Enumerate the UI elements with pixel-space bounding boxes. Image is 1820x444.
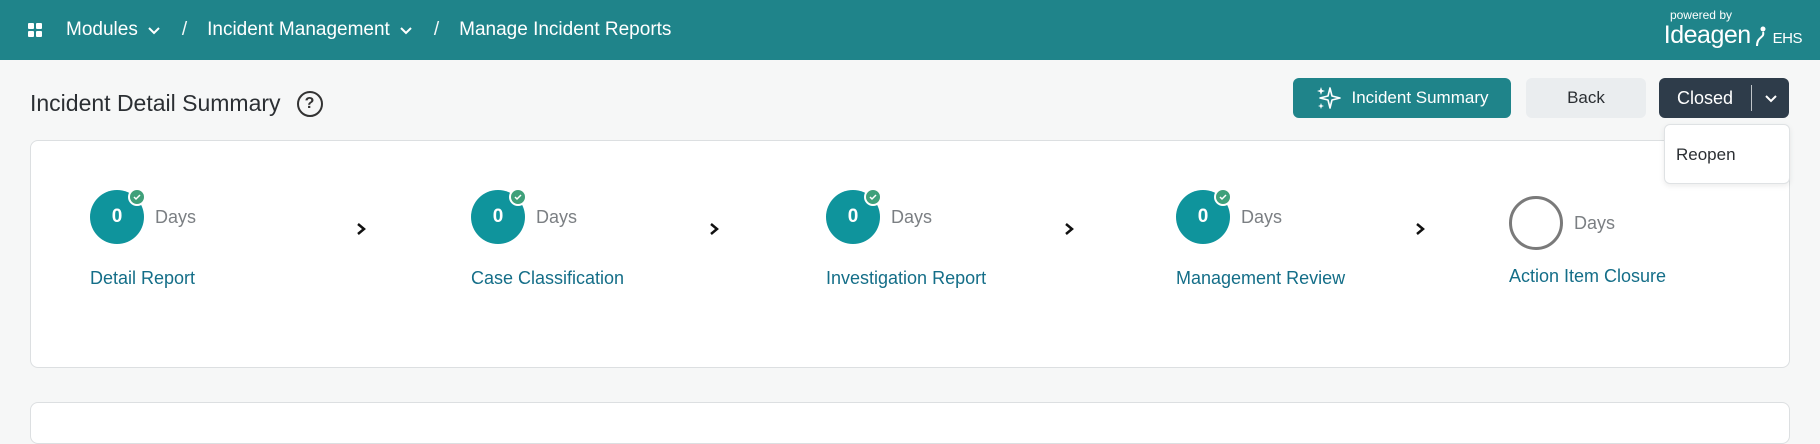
brand-name: Ideagen <box>1663 21 1751 49</box>
incident-summary-button[interactable]: Incident Summary <box>1293 78 1511 118</box>
stage-case-classification: 0 Days Case Classification <box>471 188 624 289</box>
chevron-right-icon <box>1416 223 1425 235</box>
chevron-right-icon <box>357 223 366 235</box>
days-value: 0 <box>111 206 123 227</box>
days-label: Days <box>1241 206 1283 227</box>
stage-action-item-closure: Days Action Item Closure <box>1509 196 1666 287</box>
incident-summary-label: Incident Summary <box>1351 88 1489 107</box>
breadcrumb-separator: / <box>433 19 440 40</box>
brand-suffix: EHS <box>1772 30 1803 47</box>
stage-link-case-classification[interactable]: Case Classification <box>471 268 624 289</box>
stage-days-count: 0 <box>1176 188 1232 244</box>
status-dropdown-menu: Reopen <box>1664 124 1790 184</box>
reopen-menu-item[interactable]: Reopen <box>1665 125 1789 165</box>
chevron-down-icon <box>148 27 160 35</box>
status-dropdown-button[interactable]: Closed <box>1659 78 1789 118</box>
brand-logo: powered by Ideagen EHS <box>1663 8 1803 49</box>
breadcrumb: Modules / Incident Management / Manage I… <box>28 0 671 60</box>
status-dropdown-toggle[interactable] <box>1752 90 1789 106</box>
stage-management-review: 0 Days Management Review <box>1176 188 1345 289</box>
check-icon <box>1214 188 1232 206</box>
days-value: 0 <box>492 206 504 227</box>
breadcrumb-modules[interactable]: Modules <box>28 19 162 41</box>
back-button[interactable]: Back <box>1526 78 1646 118</box>
stage-link-detail-report[interactable]: Detail Report <box>90 268 196 289</box>
days-label: Days <box>891 206 933 227</box>
breadcrumb-incident-management[interactable]: Incident Management <box>207 19 414 41</box>
stage-days-count: 0 <box>471 188 527 244</box>
days-label: Days <box>155 206 197 227</box>
brand-wordmark: Ideagen EHS <box>1663 21 1803 49</box>
breadcrumb-modules-label: Modules <box>66 19 138 40</box>
breadcrumb-separator: / <box>181 19 188 40</box>
status-label: Closed <box>1676 87 1734 108</box>
days-label: Days <box>1574 212 1616 233</box>
chevron-down-icon <box>400 27 412 35</box>
page-title: Incident Detail Summary <box>30 90 281 116</box>
top-bar: Modules / Incident Management / Manage I… <box>0 0 1820 60</box>
button-divider <box>1751 85 1752 111</box>
stage-detail-report: 0 Days Detail Report <box>90 188 197 289</box>
page-title-row: Incident Detail Summary ? <box>30 90 323 117</box>
stage-link-action-item-closure[interactable]: Action Item Closure <box>1509 266 1666 287</box>
days-value: 0 <box>847 206 859 227</box>
check-icon <box>128 188 146 206</box>
days-value: 0 <box>1197 206 1209 227</box>
stage-investigation-report: 0 Days Investigation Report <box>826 188 986 289</box>
check-icon <box>864 188 882 206</box>
powered-by-label: powered by <box>1669 8 1732 22</box>
check-icon <box>509 188 527 206</box>
help-icon[interactable]: ? <box>296 90 323 117</box>
chevron-right-icon <box>710 223 719 235</box>
stage-days-count: 0 <box>90 188 146 244</box>
details-card <box>30 402 1790 444</box>
days-label: Days <box>536 206 578 227</box>
stage-days-count: 0 <box>826 188 882 244</box>
chevron-right-icon <box>1065 223 1074 235</box>
stage-link-investigation-report[interactable]: Investigation Report <box>826 268 986 289</box>
breadcrumb-incident-management-label: Incident Management <box>207 19 390 40</box>
brand-mark-icon <box>1755 26 1766 47</box>
sparkle-icon <box>1316 87 1341 109</box>
chevron-down-icon <box>1764 95 1777 103</box>
stage-days-count-empty <box>1509 196 1563 250</box>
breadcrumb-current: Manage Incident Reports <box>459 19 672 40</box>
stage-link-management-review[interactable]: Management Review <box>1176 268 1345 289</box>
grid-icon <box>28 23 42 37</box>
